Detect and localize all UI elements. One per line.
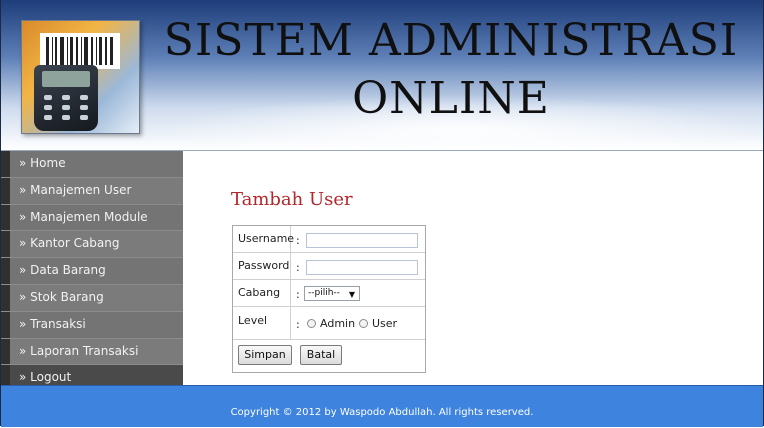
main-content: Tambah User Username : Password : Cabang…: [184, 151, 763, 384]
level-option-user-label: User: [372, 317, 398, 330]
username-row: Username :: [233, 226, 425, 253]
site-footer: Copyright © 2012 by Waspodo Abdullah. Al…: [1, 385, 763, 427]
site-header: SISTEM ADMINISTRASI ONLINE: [1, 0, 763, 151]
sidebar-item-stok-barang[interactable]: » Stok Barang: [1, 284, 183, 312]
colon: :: [296, 318, 300, 331]
username-label: Username: [233, 226, 294, 252]
sidebar-item-laporan-transaksi[interactable]: » Laporan Transaksi: [1, 338, 183, 366]
sidebar-item-label: » Logout: [19, 370, 72, 385]
sidebar-item-label: » Home: [19, 156, 66, 170]
barcode-scanner-icon: [21, 20, 140, 134]
cabang-selected-value: --pilih--: [308, 288, 340, 298]
sidebar-item-manajemen-module[interactable]: » Manajemen Module: [1, 204, 183, 232]
add-user-form: Username : Password : Cabang : --pilih--…: [232, 225, 426, 373]
level-label: Level: [233, 307, 291, 339]
app-frame: SISTEM ADMINISTRASI ONLINE » Home » Mana…: [0, 0, 764, 427]
sidebar-item-manajemen-user[interactable]: » Manajemen User: [1, 177, 183, 205]
cabang-label: Cabang: [233, 280, 291, 306]
sidebar-item-label: » Transaksi: [19, 316, 86, 331]
form-actions: Simpan Batal: [233, 340, 425, 372]
save-button[interactable]: Simpan: [238, 345, 292, 365]
scanner-device: [34, 65, 98, 131]
sidebar-item-label: » Laporan Transaksi: [19, 343, 139, 358]
copyright-text: Copyright © 2012 by Waspodo Abdullah. Al…: [230, 407, 534, 418]
cabang-row: Cabang : --pilih-- ▼: [233, 280, 425, 307]
sidebar-item-label: » Data Barang: [19, 263, 106, 278]
password-label: Password: [233, 253, 291, 279]
cabang-select[interactable]: --pilih-- ▼: [304, 286, 360, 301]
sidebar-item-label: » Kantor Cabang: [19, 236, 120, 251]
sidebar-item-kantor-cabang[interactable]: » Kantor Cabang: [1, 231, 183, 259]
password-input[interactable]: [306, 260, 418, 275]
page-title: Tambah User: [231, 189, 353, 210]
password-row: Password :: [233, 253, 425, 280]
sidebar-item-data-barang[interactable]: » Data Barang: [1, 258, 183, 285]
site-title-line-1: SISTEM ADMINISTRASI: [163, 15, 739, 66]
colon: :: [296, 288, 300, 301]
level-radio-admin[interactable]: [307, 319, 316, 328]
sidebar-item-label: » Stok Barang: [19, 289, 104, 304]
site-title: SISTEM ADMINISTRASI ONLINE: [141, 12, 761, 128]
chevron-down-icon: ▼: [348, 290, 355, 299]
sidebar-item-label: » Manajemen Module: [19, 209, 148, 224]
sidebar-item-home[interactable]: » Home: [1, 151, 183, 178]
level-option-admin-label: Admin: [320, 317, 356, 330]
colon: :: [296, 234, 300, 247]
cancel-button[interactable]: Batal: [300, 345, 342, 365]
site-title-line-2: ONLINE: [352, 73, 550, 124]
sidebar-item-transaksi[interactable]: » Transaksi: [1, 311, 183, 339]
level-row: Level : Admin User: [233, 307, 425, 340]
level-radio-user[interactable]: [359, 319, 368, 328]
sidebar-nav: » Home » Manajemen User » Manajemen Modu…: [1, 151, 183, 393]
sidebar-item-label: » Manajemen User: [19, 182, 132, 197]
username-input[interactable]: [306, 233, 418, 248]
barcode-graphic: [40, 33, 120, 69]
colon: :: [296, 261, 300, 274]
